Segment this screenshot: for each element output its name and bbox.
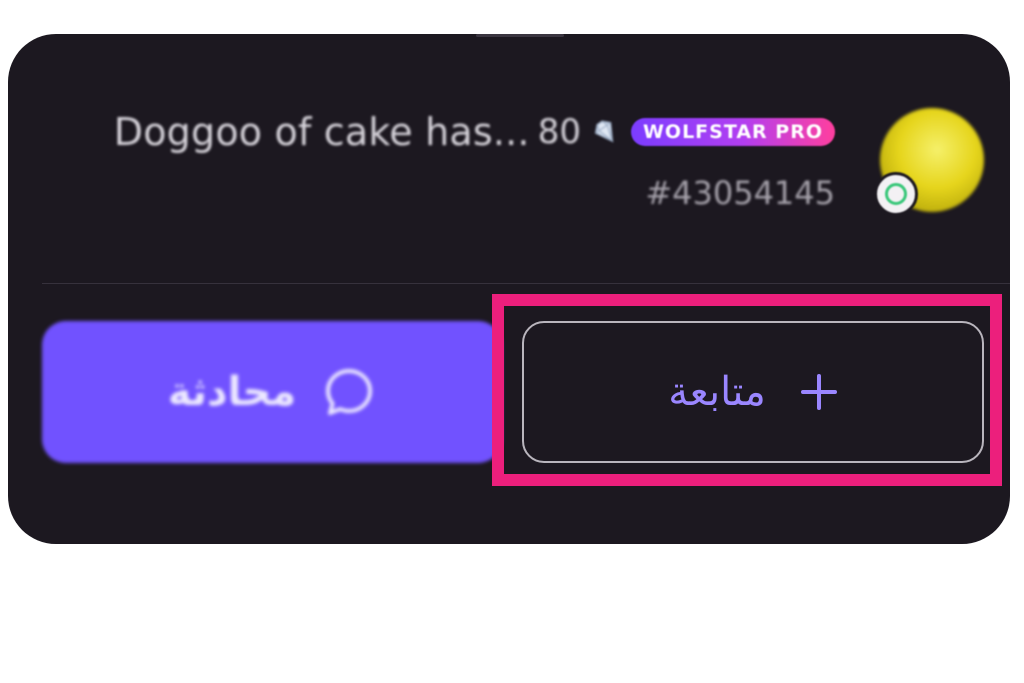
profile-name-row: Doggoo of cake has... 80 WOLFSTAR PRO: [114, 110, 835, 154]
diamond-icon: [594, 120, 614, 143]
chat-button[interactable]: محادثة: [42, 321, 502, 463]
divider: [42, 283, 1010, 284]
highlight-box: [492, 294, 1002, 486]
diamond-count: 80: [537, 112, 581, 152]
sheet-grabber[interactable]: [476, 34, 564, 37]
profile-name: Doggoo of cake has...: [113, 110, 530, 154]
chat-button-label: محادثة: [167, 369, 297, 415]
chat-bubble-icon: [326, 369, 373, 415]
user-id: #43054145: [645, 174, 835, 212]
online-status-icon: [874, 172, 918, 216]
wolfstar-pro-badge: WOLFSTAR PRO: [630, 118, 835, 146]
